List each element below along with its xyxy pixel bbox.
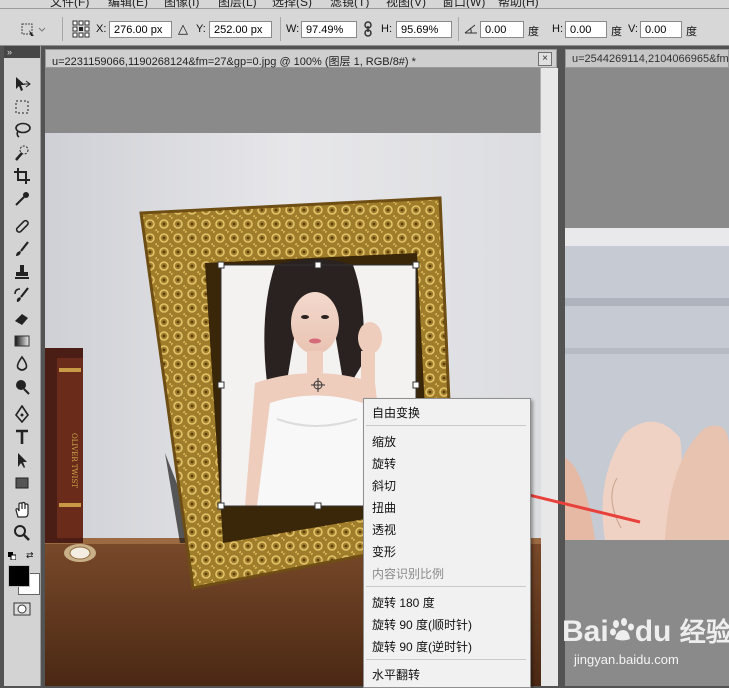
watermark-brand-suffix: du [634, 615, 672, 648]
menu-item-rotate-90-cw[interactable]: 旋转 90 度(顺时针) [372, 616, 472, 633]
context-menu: 自由变换 缩放 旋转 斜切 扭曲 透视 变形 内容识别比例 旋转 180 度 旋… [363, 398, 531, 688]
watermark: Bai du 经验 jingyan.baidu.com [560, 608, 729, 678]
menu-item-scale[interactable]: 缩放 [372, 433, 396, 450]
menu-item-distort[interactable]: 扭曲 [372, 499, 396, 516]
menu-item-rotate-180[interactable]: 旋转 180 度 [372, 594, 435, 611]
watermark-brand: Bai [562, 615, 609, 648]
menu-item-free-transform[interactable]: 自由变换 [372, 404, 420, 421]
watermark-product: 经验 [679, 617, 729, 647]
menu-item-rotate[interactable]: 旋转 [372, 455, 396, 472]
menu-item-perspective[interactable]: 透视 [372, 521, 396, 538]
menu-item-rotate-90-ccw[interactable]: 旋转 90 度(逆时针) [372, 638, 472, 655]
paw-icon [609, 617, 635, 643]
menu-item-content-aware-scale: 内容识别比例 [372, 567, 445, 581]
menu-item-skew[interactable]: 斜切 [372, 477, 396, 494]
watermark-url: jingyan.baidu.com [574, 652, 679, 667]
menu-item-warp[interactable]: 变形 [372, 543, 396, 560]
menu-item-flip-horizontal[interactable]: 水平翻转 [372, 666, 420, 683]
